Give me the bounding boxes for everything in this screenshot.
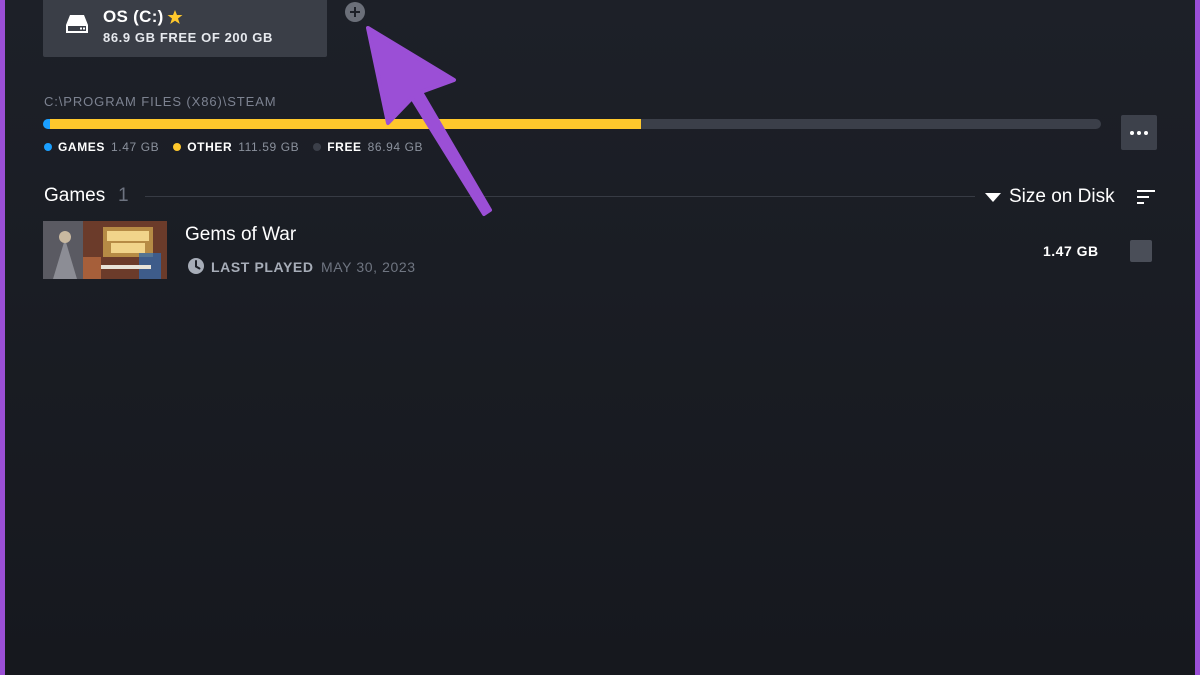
games-count: 1 [118,185,129,206]
legend-dot-other [173,143,182,151]
drive-name: OS (C:) [103,7,164,26]
legend-free: FREE 86.94 GB [313,140,423,154]
drive-card-os-c[interactable]: OS (C:) 86.9 GB FREE OF 200 GB [43,0,327,57]
legend-value: 1.47 GB [111,140,160,154]
sort-label: Size on Disk [1009,186,1115,207]
more-dots-icon [1144,130,1148,135]
game-thumbnail [43,221,167,279]
game-title: Gems of War [185,224,297,245]
star-icon [167,10,183,24]
legend-value: 86.94 GB [367,140,424,154]
game-row[interactable]: Gems of War LAST PLAYED MAY 30, 2023 1.4… [43,221,1157,281]
legend-key: FREE [327,140,362,154]
usage-segment-other [50,119,641,129]
divider [145,196,975,197]
clock-icon [188,258,204,274]
usage-segment-games [43,119,51,129]
more-dots-icon [1137,130,1141,135]
game-thumbnail-art [43,221,167,279]
storage-legend: GAMES 1.47 GB OTHER 111.59 GB FREE 86.94… [44,139,423,155]
last-played-date: MAY 30, 2023 [321,259,416,275]
games-section-header: Games 1 Size on Disk [43,182,1157,212]
legend-key: OTHER [187,140,233,154]
legend-dot-free [313,143,322,151]
legend-dot-games [44,143,52,151]
storage-usage-bar [43,119,1101,129]
caret-down-icon [985,193,1001,202]
last-played-label: LAST PLAYED [211,259,314,275]
more-dots-icon [1130,130,1134,135]
legend-other: OTHER 111.59 GB [173,140,299,154]
sort-lines-icon[interactable] [1137,190,1155,204]
legend-value: 111.59 GB [238,140,300,154]
hard-drive-icon [66,15,88,33]
game-select-checkbox[interactable] [1130,240,1152,262]
add-drive-button[interactable] [345,2,365,22]
games-section-title: Games [44,185,106,206]
drive-free-space: 86.9 GB FREE OF 200 GB [103,30,273,45]
game-size: 1.47 GB [1043,243,1099,259]
legend-key: GAMES [58,140,106,154]
sort-dropdown[interactable]: Size on Disk [981,182,1157,212]
more-options-button[interactable] [1121,115,1157,150]
install-path: C:\PROGRAM FILES (X86)\STEAM [44,94,277,109]
storage-manager-panel: OS (C:) 86.9 GB FREE OF 200 GB C:\PROGRA… [5,0,1195,675]
legend-games: GAMES 1.47 GB [44,140,159,154]
